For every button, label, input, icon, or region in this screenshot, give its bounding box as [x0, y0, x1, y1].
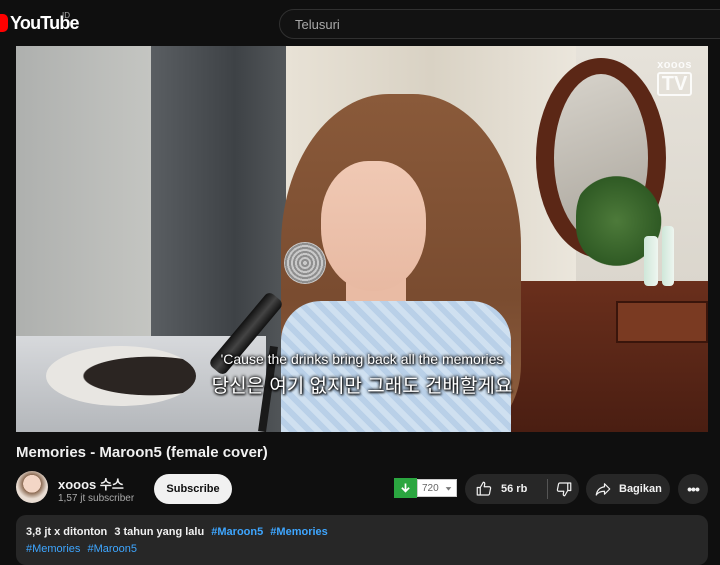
- watermark-top: xooos: [657, 59, 692, 71]
- subscribe-button[interactable]: Subscribe: [154, 474, 232, 504]
- channel-avatar[interactable]: [16, 471, 48, 503]
- video-player[interactable]: xooos TV 'Cause the drinks bring back al…: [16, 46, 708, 432]
- dropdown-caret-icon: [445, 486, 452, 491]
- more-button[interactable]: •••: [678, 474, 708, 504]
- view-count: 3,8 jt x ditonton: [26, 526, 108, 538]
- channel-name[interactable]: xooos 수스: [58, 474, 124, 493]
- thumbs-down-icon: [556, 482, 571, 497]
- description-box[interactable]: 3,8 jt x ditonton 3 tahun yang lalu #Mar…: [16, 515, 708, 565]
- share-label: Bagikan: [619, 483, 662, 495]
- download-arrow-icon: [401, 482, 410, 493]
- channel-watermark: xooos TV: [657, 60, 692, 96]
- search-box[interactable]: [279, 9, 720, 39]
- youtube-logo-icon: [0, 14, 8, 32]
- dislike-button[interactable]: [548, 474, 579, 504]
- subtitle-korean: 당신은 여기 없지만 그래도 건배할게요: [211, 376, 513, 397]
- like-dislike-group: 56 rb: [465, 474, 579, 504]
- download-extension[interactable]: 720: [394, 478, 457, 498]
- hashtag-link[interactable]: #Maroon5: [87, 543, 137, 555]
- description-meta: 3,8 jt x ditonton 3 tahun yang lalu #Mar…: [26, 526, 332, 538]
- subscriber-count: 1,57 jt subscriber: [58, 493, 135, 504]
- share-button[interactable]: Bagikan: [586, 474, 670, 504]
- video-scene-singer-face: [321, 161, 426, 291]
- more-icon: •••: [687, 481, 700, 497]
- video-scene-bottle: [644, 236, 658, 286]
- thumbs-up-icon: [476, 481, 492, 496]
- video-scene-mic-head: [284, 242, 326, 284]
- description-hashtags: #Memories #Maroon5: [26, 543, 141, 555]
- youtube-logo[interactable]: YouTube ID: [0, 9, 80, 37]
- download-button[interactable]: [394, 478, 417, 498]
- like-count: 56 rb: [501, 483, 528, 495]
- video-title: Memories - Maroon5 (female cover): [16, 444, 268, 461]
- video-scene-drawer: [616, 301, 708, 343]
- watermark-bottom: TV: [657, 72, 692, 96]
- share-icon: [595, 483, 611, 496]
- subtitle-english: 'Cause the drinks bring back all the mem…: [220, 351, 504, 367]
- search-input[interactable]: [293, 15, 720, 33]
- hashtag-link[interactable]: #Maroon5: [211, 526, 263, 538]
- hashtag-link[interactable]: #Memories: [26, 543, 80, 555]
- video-scene-bottle: [662, 226, 674, 286]
- upload-age: 3 tahun yang lalu: [114, 526, 205, 538]
- hashtag-link[interactable]: #Memories: [270, 526, 327, 538]
- quality-value: 720: [422, 482, 439, 494]
- like-button[interactable]: 56 rb: [465, 474, 547, 504]
- country-code: ID: [62, 11, 70, 20]
- quality-select[interactable]: 720: [417, 479, 457, 497]
